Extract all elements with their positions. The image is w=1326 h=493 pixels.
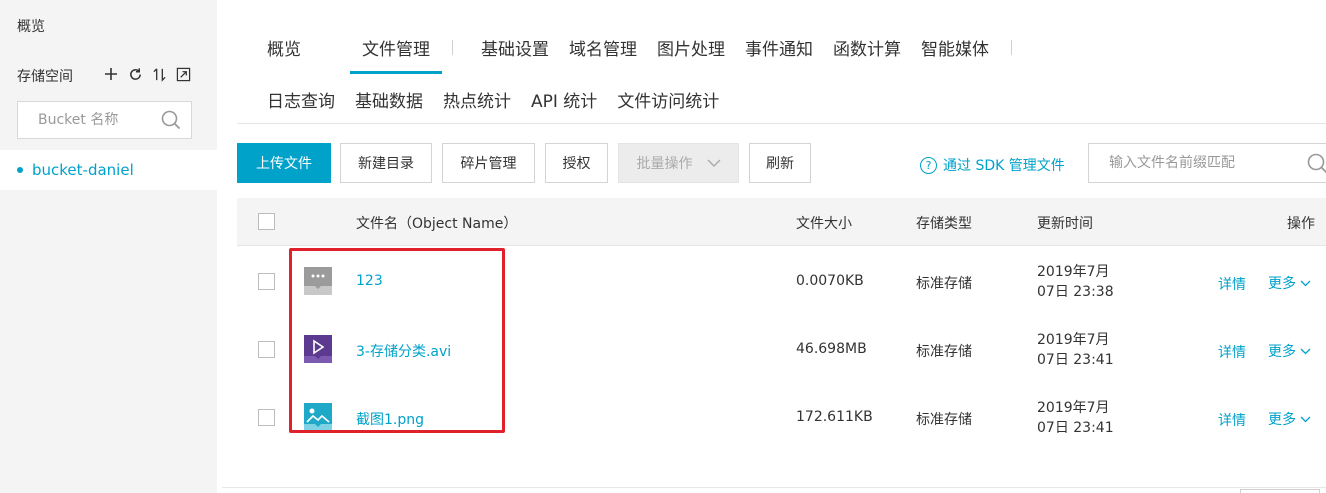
- tabs-row-secondary: 日志查询 基础数据 热点统计 API 统计 文件访问统计: [237, 87, 719, 112]
- bucket-search-box: [17, 101, 192, 139]
- refresh-icon[interactable]: [126, 65, 144, 83]
- storage-type: 标准存储: [916, 412, 972, 428]
- chevron-down-icon: [1300, 280, 1311, 286]
- sidebar-item-bucket[interactable]: bucket-daniel: [0, 150, 217, 190]
- tab-separator: [1011, 40, 1012, 55]
- updated-time: 2019年7月 07日 23:41: [1037, 330, 1114, 370]
- bottom-divider: [222, 487, 1326, 488]
- updated-clock: 07日 23:41: [1037, 420, 1114, 436]
- search-icon[interactable]: [1307, 153, 1326, 175]
- fragment-management-button[interactable]: 碎片管理: [442, 143, 535, 183]
- tab-event-notification[interactable]: 事件通知: [745, 35, 813, 60]
- table-row: 123 0.0070KB 标准存储 2019年7月 07日 23:38 详情 更…: [237, 248, 1326, 316]
- more-dropdown[interactable]: 更多: [1268, 273, 1311, 293]
- updated-date: 2019年7月: [1037, 264, 1110, 280]
- tab-basic-data[interactable]: 基础数据: [355, 87, 423, 112]
- col-header-actions: 操作: [1287, 216, 1315, 232]
- chevron-down-icon: [1300, 348, 1311, 354]
- file-prefix-search-input[interactable]: [1089, 144, 1289, 182]
- updated-time: 2019年7月 07日 23:41: [1037, 398, 1114, 438]
- updated-time: 2019年7月 07日 23:38: [1037, 262, 1114, 302]
- tabs-divider: [237, 123, 1326, 124]
- expand-icon[interactable]: [174, 65, 192, 83]
- col-header-updated: 更新时间: [1037, 216, 1093, 232]
- more-dropdown[interactable]: 更多: [1268, 341, 1311, 361]
- new-directory-button[interactable]: 新建目录: [340, 143, 432, 183]
- col-header-size: 文件大小: [796, 216, 852, 232]
- file-size: 172.611KB: [796, 409, 873, 425]
- more-dropdown[interactable]: 更多: [1268, 409, 1311, 429]
- add-icon[interactable]: [102, 65, 120, 83]
- batch-operation-dropdown[interactable]: 批量操作: [618, 143, 739, 183]
- image-icon: [304, 403, 332, 431]
- file-search-box: [1088, 143, 1326, 183]
- detail-link[interactable]: 详情: [1218, 274, 1246, 294]
- row-checkbox[interactable]: [258, 409, 275, 426]
- upload-file-button[interactable]: 上传文件: [237, 143, 331, 183]
- bucket-tools: [102, 65, 192, 83]
- refresh-button[interactable]: 刷新: [749, 143, 811, 183]
- tab-basic-settings[interactable]: 基础设置: [481, 35, 549, 60]
- tab-intelligent-media[interactable]: 智能媒体: [921, 35, 989, 60]
- storage-space-label: 存储空间: [17, 69, 73, 85]
- tab-function-compute[interactable]: 函数计算: [833, 35, 901, 60]
- file-name-link[interactable]: 截图1.png: [356, 409, 424, 429]
- active-dot: [17, 167, 23, 173]
- sort-icon[interactable]: [150, 65, 168, 83]
- sidebar: 概览 存储空间 bucket-daniel: [0, 0, 217, 493]
- storage-type: 标准存储: [916, 276, 972, 292]
- tab-domain-management[interactable]: 域名管理: [569, 35, 637, 60]
- table-row: 3-存储分类.avi 46.698MB 标准存储 2019年7月 07日 23:…: [237, 316, 1326, 384]
- tabs-row-primary: 概览 文件管理 基础设置 域名管理 图片处理 事件通知 函数计算 智能媒体: [237, 35, 1012, 74]
- tab-hotspot-stats[interactable]: 热点统计: [443, 87, 511, 112]
- tab-separator: [452, 40, 453, 55]
- help-icon: ?: [920, 156, 937, 174]
- file-icon: [304, 267, 332, 295]
- pagination-edge: [1240, 489, 1320, 493]
- select-all-checkbox[interactable]: [258, 213, 275, 230]
- file-name-link[interactable]: 123: [356, 273, 383, 289]
- updated-clock: 07日 23:38: [1037, 284, 1114, 300]
- sdk-link-label: 通过 SDK 管理文件: [943, 158, 1065, 174]
- batch-operation-label: 批量操作: [636, 156, 693, 172]
- file-name-link[interactable]: 3-存储分类.avi: [356, 341, 451, 361]
- table-header: 文件名（Object Name） 文件大小 存储类型 更新时间 操作: [237, 198, 1326, 246]
- sdk-manage-link[interactable]: ? 通过 SDK 管理文件: [920, 155, 1065, 175]
- video-icon: [304, 335, 332, 363]
- detail-link[interactable]: 详情: [1218, 410, 1246, 430]
- updated-date: 2019年7月: [1037, 400, 1110, 416]
- row-checkbox[interactable]: [258, 273, 275, 290]
- tab-api-stats[interactable]: API 统计: [531, 87, 597, 112]
- authorize-button[interactable]: 授权: [545, 143, 608, 183]
- col-header-name: 文件名（Object Name）: [356, 216, 518, 232]
- chevron-down-icon: [707, 159, 720, 167]
- row-checkbox[interactable]: [258, 341, 275, 358]
- bucket-name: bucket-daniel: [32, 161, 134, 179]
- file-size: 46.698MB: [796, 341, 867, 357]
- more-label: 更多: [1268, 412, 1296, 428]
- table-row: 截图1.png 172.611KB 标准存储 2019年7月 07日 23:41…: [237, 384, 1326, 452]
- detail-link[interactable]: 详情: [1218, 342, 1246, 362]
- chevron-down-icon: [1300, 416, 1311, 422]
- more-label: 更多: [1268, 344, 1296, 360]
- search-icon[interactable]: [161, 110, 181, 130]
- tab-file-management[interactable]: 文件管理: [350, 35, 442, 74]
- tab-overview[interactable]: 概览: [267, 35, 301, 60]
- col-header-storage-type: 存储类型: [916, 216, 972, 232]
- bucket-search-input[interactable]: [18, 102, 158, 138]
- sidebar-overview-link[interactable]: 概览: [17, 16, 45, 36]
- storage-type: 标准存储: [916, 344, 972, 360]
- tab-image-processing[interactable]: 图片处理: [657, 35, 725, 60]
- tab-file-access-stats[interactable]: 文件访问统计: [617, 87, 719, 112]
- tab-log-query[interactable]: 日志查询: [267, 87, 335, 112]
- more-label: 更多: [1268, 276, 1296, 292]
- file-size: 0.0070KB: [796, 273, 864, 289]
- updated-date: 2019年7月: [1037, 332, 1110, 348]
- updated-clock: 07日 23:41: [1037, 352, 1114, 368]
